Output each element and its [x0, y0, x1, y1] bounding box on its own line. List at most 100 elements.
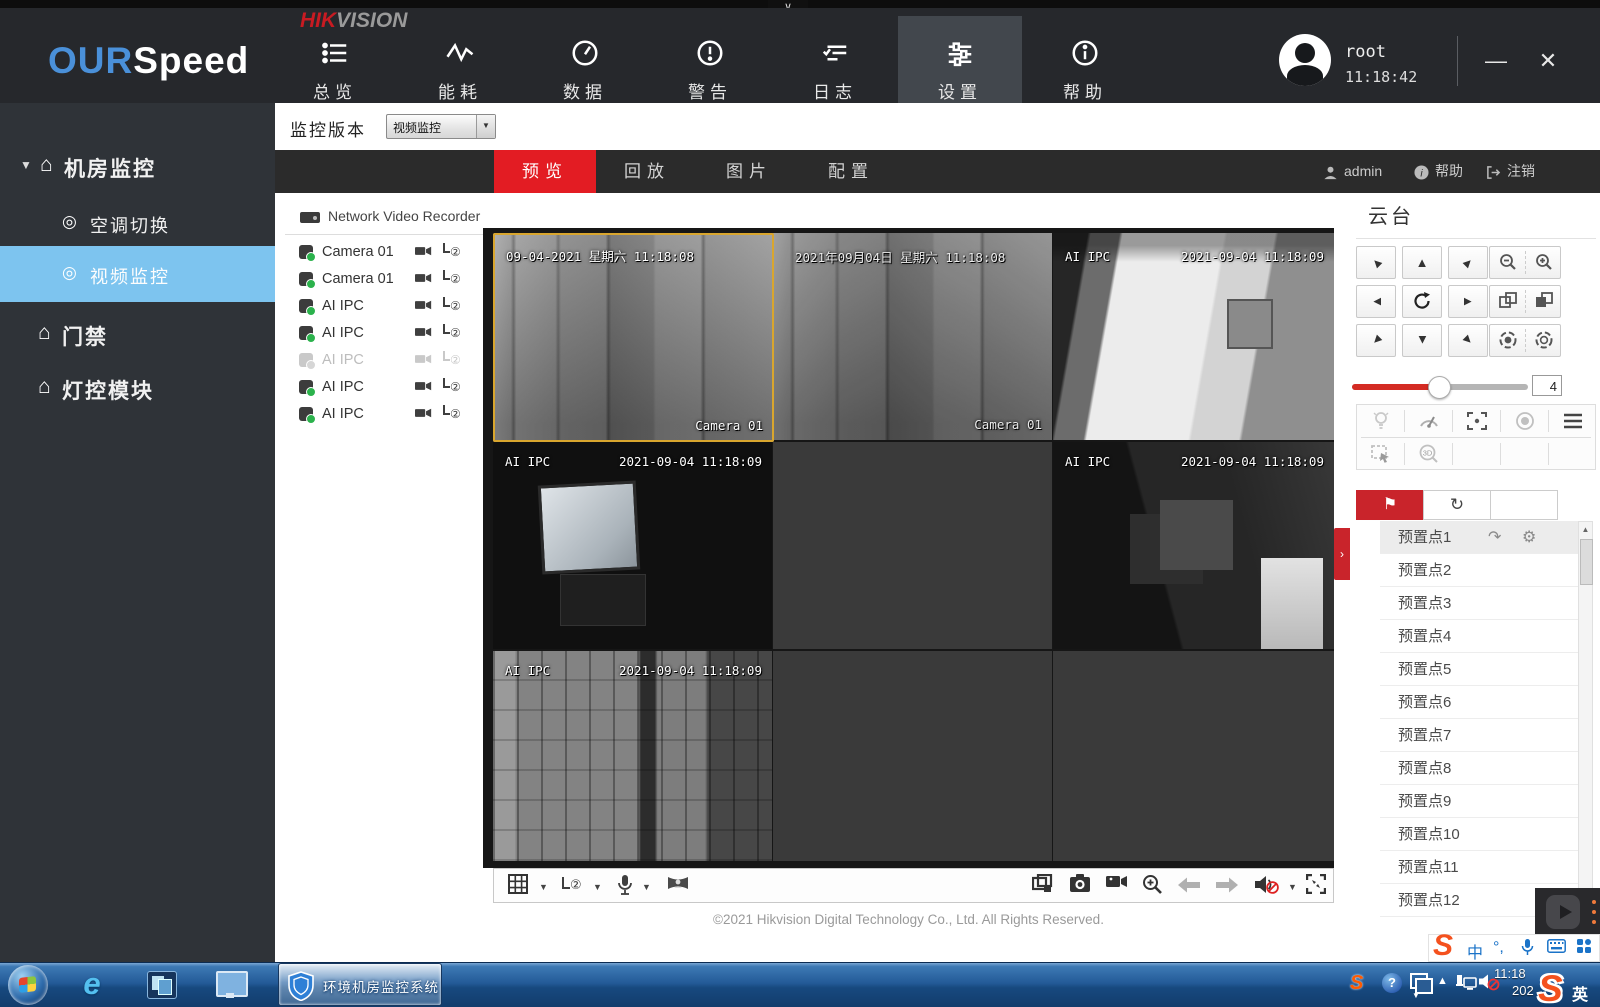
- sogou-icon[interactable]: S: [1433, 929, 1453, 963]
- video-tile-3[interactable]: AI IPC 2021-09-04 11:18:09: [1053, 233, 1334, 440]
- previous-page-button[interactable]: [1178, 877, 1200, 901]
- fisheye-button[interactable]: [666, 874, 690, 898]
- tray-caret-icon[interactable]: ▼: [1412, 991, 1420, 1000]
- nav-settings[interactable]: 设置: [898, 16, 1022, 111]
- channel-row-aiipc-3-offline[interactable]: AI IPC ②: [285, 348, 483, 375]
- tab-patrol[interactable]: ↻: [1423, 490, 1491, 520]
- preset-item-6[interactable]: 预置点6: [1380, 686, 1578, 719]
- nav-energy[interactable]: 能耗: [398, 16, 522, 111]
- video-tile-7[interactable]: AI IPC 2021-09-04 11:18:09: [493, 651, 772, 861]
- language-badge[interactable]: 英: [1572, 981, 1588, 1005]
- 3d-position-button[interactable]: [1357, 438, 1404, 470]
- 3d-zoom-button[interactable]: 3D: [1405, 438, 1452, 470]
- preset-item-11[interactable]: 预置点11: [1380, 851, 1578, 884]
- preset-item-3[interactable]: 预置点3: [1380, 587, 1578, 620]
- channel-row-aiipc-5[interactable]: AI IPC ②: [285, 402, 483, 429]
- ptz-down-left-button[interactable]: ▲: [1356, 324, 1396, 357]
- preset-item-7[interactable]: 预置点7: [1380, 719, 1578, 752]
- video-tile-6[interactable]: AI IPC 2021-09-04 11:18:09: [1053, 442, 1334, 649]
- focus-far-button[interactable]: [1490, 286, 1525, 317]
- stream-icon[interactable]: ②: [443, 297, 461, 313]
- tray-network-icon[interactable]: [1455, 973, 1477, 991]
- toolbox-grid-icon[interactable]: [1577, 939, 1592, 954]
- auxiliary-focus-button[interactable]: [1453, 405, 1500, 437]
- channel-row-camera01-a[interactable]: Camera 01 ②: [285, 240, 483, 267]
- tray-window-icon[interactable]: [1410, 973, 1428, 989]
- tab-preview[interactable]: 预览: [494, 150, 596, 193]
- channel-row-camera01-b[interactable]: Camera 01 ②: [285, 267, 483, 294]
- channel-row-aiipc-4[interactable]: AI IPC ②: [285, 375, 483, 402]
- nav-data[interactable]: 数据: [523, 16, 647, 111]
- sidebar-item-door-access[interactable]: ⌂ 门禁: [0, 313, 275, 357]
- layout-grid-button[interactable]: [508, 874, 528, 898]
- channel-row-aiipc-2[interactable]: AI IPC ②: [285, 321, 483, 348]
- iris-open-button[interactable]: [1526, 325, 1561, 356]
- tray-show-hidden-icon[interactable]: ▲: [1437, 975, 1448, 987]
- ptz-left-button[interactable]: ▲: [1356, 285, 1396, 318]
- camcorder-icon[interactable]: [415, 299, 432, 311]
- scroll-thumb[interactable]: [1580, 539, 1593, 585]
- tab-playback[interactable]: 回放: [596, 150, 698, 193]
- tab-pattern[interactable]: [1490, 490, 1558, 520]
- scroll-up-icon[interactable]: ▲: [1579, 522, 1592, 537]
- video-tile-4[interactable]: AI IPC 2021-09-04 11:18:09: [493, 442, 772, 649]
- stream-icon[interactable]: ②: [443, 324, 461, 340]
- sidebar-item-video-monitor[interactable]: ◎ 视频监控: [0, 246, 275, 302]
- gear-icon[interactable]: ⚙: [1522, 521, 1536, 554]
- camcorder-icon[interactable]: [415, 272, 432, 284]
- preset-item-5[interactable]: 预置点5: [1380, 653, 1578, 686]
- video-tile-5-empty[interactable]: [773, 442, 1052, 649]
- sidebar-item-room-monitor[interactable]: ▼ ⌂ 机房监控: [0, 145, 275, 189]
- focus-near-button[interactable]: [1526, 286, 1561, 317]
- punctuation-icon[interactable]: °,: [1493, 939, 1504, 957]
- nav-help[interactable]: 帮助: [1023, 16, 1147, 111]
- stream-icon[interactable]: ②: [443, 378, 461, 394]
- minimize-button[interactable]: —: [1476, 44, 1516, 78]
- floating-widget[interactable]: [1535, 888, 1600, 938]
- next-page-button[interactable]: [1216, 877, 1238, 901]
- camcorder-icon[interactable]: [415, 245, 432, 257]
- taskbar-active-app[interactable]: 环境机房监控系统: [278, 963, 442, 1006]
- tray-help-icon[interactable]: ?: [1382, 973, 1402, 993]
- taskbar-clock-time[interactable]: 11:18: [1494, 966, 1526, 981]
- video-tile-1[interactable]: 09-04-2021 星期六 11:18:08 Camera 01: [493, 233, 774, 442]
- start-button[interactable]: [8, 965, 48, 1005]
- taskbar-clock-date[interactable]: 202: [1512, 983, 1534, 998]
- preset-item-8[interactable]: 预置点8: [1380, 752, 1578, 785]
- zoom-out-button[interactable]: [1490, 247, 1525, 278]
- capture-button[interactable]: [1069, 874, 1091, 898]
- preset-item-2[interactable]: 预置点2: [1380, 554, 1578, 587]
- digital-zoom-button[interactable]: [1142, 874, 1163, 898]
- camcorder-icon[interactable]: [415, 407, 432, 419]
- panel-collapse-handle[interactable]: ›: [1334, 528, 1350, 580]
- hik-user[interactable]: admin: [1323, 150, 1382, 193]
- sidebar-item-ac-switch[interactable]: ◎ 空调切换: [0, 203, 275, 243]
- caret-down-icon[interactable]: ▼: [593, 882, 602, 892]
- keyboard-icon[interactable]: [1547, 939, 1566, 953]
- video-tile-2[interactable]: 2021年09月04日 星期六 11:18:08 Camera 01: [773, 233, 1052, 440]
- preset-item-1[interactable]: 预置点1 ↷ ⚙: [1380, 521, 1578, 554]
- nvr-title[interactable]: Network Video Recorder: [328, 208, 480, 224]
- tab-config[interactable]: 配置: [800, 150, 902, 193]
- nav-logs[interactable]: 日志: [773, 16, 897, 111]
- tab-picture[interactable]: 图片: [698, 150, 800, 193]
- stream-icon[interactable]: ②: [443, 405, 461, 421]
- preset-item-10[interactable]: 预置点10: [1380, 818, 1578, 851]
- hik-logout[interactable]: 注销: [1486, 150, 1535, 193]
- ptz-auto-scan-button[interactable]: [1402, 285, 1442, 318]
- caret-down-icon[interactable]: ▼: [642, 882, 651, 892]
- user-avatar[interactable]: [1279, 34, 1331, 86]
- ptz-speed-slider-handle[interactable]: [1428, 376, 1451, 399]
- preset-item-4[interactable]: 预置点4: [1380, 620, 1578, 653]
- ptz-right-button[interactable]: ▲: [1448, 285, 1488, 318]
- caret-down-icon[interactable]: ▼: [539, 882, 548, 892]
- channel-row-aiipc-1[interactable]: AI IPC ②: [285, 294, 483, 321]
- menu-button[interactable]: [1549, 405, 1596, 437]
- tab-presets[interactable]: ⚑: [1356, 490, 1424, 520]
- ptz-up-left-button[interactable]: ▲: [1356, 246, 1396, 279]
- tray-sogou-icon[interactable]: S: [1350, 972, 1363, 995]
- stream-type-button[interactable]: ②: [562, 876, 582, 900]
- caret-down-icon[interactable]: ▼: [1288, 882, 1297, 892]
- camcorder-icon[interactable]: [415, 326, 432, 338]
- taskbar-display-app-icon[interactable]: [212, 968, 252, 1002]
